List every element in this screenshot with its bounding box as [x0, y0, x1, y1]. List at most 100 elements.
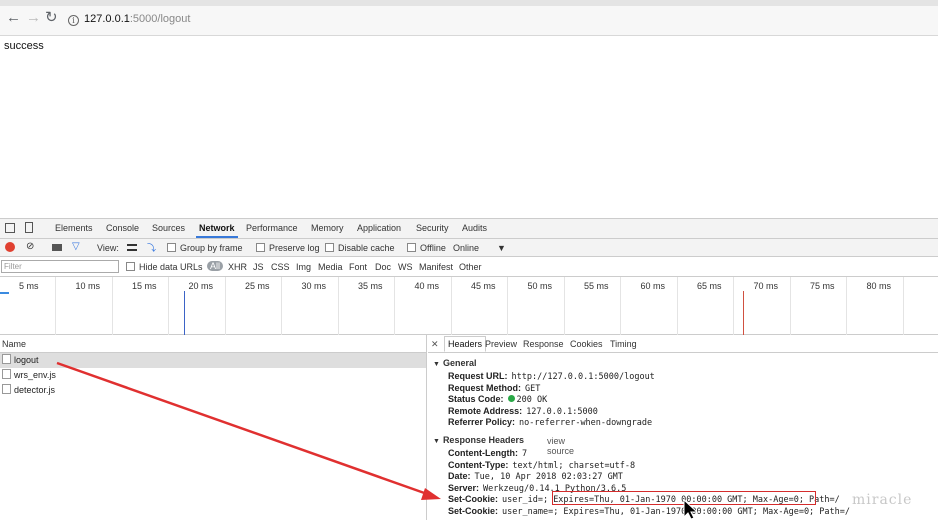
filter-type-doc[interactable]: Doc — [375, 262, 391, 272]
forward-arrow-icon[interactable]: → — [26, 10, 41, 26]
detail-tabbar: ✕ Headers Preview Response Cookies Timing — [428, 335, 938, 353]
disable-cache-label: Disable cache — [338, 243, 395, 253]
devtools-tab-elements[interactable]: Elements — [55, 223, 93, 233]
status-ok-icon — [507, 395, 515, 402]
timeline-gridline — [507, 277, 508, 335]
disable-cache-option[interactable]: Disable cache — [325, 243, 395, 253]
group-by-frame-checkbox[interactable] — [167, 243, 176, 252]
general-section-row: Remote Address: 127.0.0.1:5000 — [448, 406, 598, 417]
file-icon — [2, 354, 11, 364]
timeline-tick-label: 70 ms — [753, 281, 779, 291]
timeline-tick-label: 45 ms — [471, 281, 496, 291]
devtools-tab-sources[interactable]: Sources — [152, 223, 185, 233]
timeline-gridline — [620, 277, 621, 335]
filter-type-css[interactable]: CSS — [271, 262, 290, 272]
close-icon[interactable]: ✕ — [431, 339, 439, 350]
timeline-gridline — [337, 277, 339, 335]
header-key: Request Method: — [448, 382, 521, 393]
filter-type-img[interactable]: Img — [296, 262, 311, 272]
dom-content-loaded-marker — [184, 291, 185, 335]
timeline-gridline — [846, 277, 847, 335]
filter-type-xhr[interactable]: XHR — [228, 262, 247, 272]
timeline-gridline — [281, 277, 282, 335]
header-value: Tue, 10 Apr 2018 02:03:27 GMT — [474, 472, 623, 482]
info-icon[interactable]: i — [68, 15, 79, 26]
devtools-tab-audits[interactable]: Audits — [462, 223, 487, 233]
devtools-tab-performance[interactable]: Performance — [246, 223, 298, 233]
devtools-tab-network[interactable]: Network — [196, 223, 237, 238]
detail-tab-cookies[interactable]: Cookies — [570, 339, 603, 349]
general-section-title[interactable]: ▼ General — [433, 358, 476, 368]
request-name: wrs_env.js — [14, 370, 56, 380]
hide-data-urls-checkbox[interactable] — [126, 262, 135, 271]
timeline-gridline — [733, 277, 734, 335]
filter-type-js[interactable]: JS — [253, 262, 264, 272]
throttling-value: Online — [453, 243, 480, 253]
view-source-link[interactable]: view source — [547, 436, 574, 456]
back-arrow-icon[interactable]: ← — [6, 10, 21, 26]
group-by-frame-option[interactable]: Group by frame — [167, 243, 243, 253]
filter-type-font[interactable]: Font — [349, 262, 367, 272]
offline-checkbox[interactable] — [407, 243, 416, 252]
timeline-gridline — [168, 277, 169, 335]
timeline-gridline — [789, 277, 791, 335]
url-path: :5000/logout — [129, 13, 191, 25]
disable-cache-checkbox[interactable] — [325, 243, 334, 252]
header-value: GET — [525, 383, 541, 394]
capture-screenshots-icon[interactable] — [52, 244, 62, 251]
devtools-tab-memory[interactable]: Memory — [311, 223, 344, 233]
request-row[interactable]: logout — [0, 353, 426, 368]
record-icon[interactable] — [5, 242, 15, 252]
filter-type-other[interactable]: Other — [459, 262, 482, 272]
filter-type-all[interactable]: All — [207, 261, 224, 271]
filter-icon[interactable]: ▽ — [72, 241, 80, 252]
devtools-tab-application[interactable]: Application — [357, 223, 401, 233]
devtools-panel: Elements Console Sources Network Performance… — [0, 218, 938, 520]
timeline-tick-label: 60 ms — [640, 281, 666, 291]
filter-type-manifest[interactable]: Manifest — [419, 262, 453, 272]
general-section-row: Referrer Policy: no-referrer-when-downgra… — [448, 417, 652, 428]
timeline-gridline — [394, 277, 395, 335]
clear-icon[interactable]: ⊘ — [26, 241, 34, 252]
tab-strip — [0, 0, 938, 6]
name-column-header[interactable]: Name — [0, 335, 426, 353]
network-timeline: 5 ms 10 ms 15 ms 20 ms 25 ms 30 ms 35 ms 40 ms 4… — [0, 277, 938, 335]
group-by-frame-label: Group by frame — [180, 243, 243, 253]
preserve-log-option[interactable]: Preserve log — [256, 243, 320, 253]
device-toolbar-icon[interactable] — [25, 222, 33, 233]
collapse-triangle-icon: ▼ — [433, 438, 440, 445]
filter-type-media[interactable]: Media — [318, 262, 343, 272]
request-name: detector.js — [14, 385, 56, 395]
request-row[interactable]: detector.js — [0, 383, 426, 398]
request-list: Name logout wrs_env.js detector.js — [0, 335, 427, 520]
detail-tab-timing[interactable]: Timing — [610, 339, 637, 349]
response-headers-section-title[interactable]: ▼ Response Headers view source — [433, 435, 574, 456]
timeline-gridline — [111, 277, 113, 335]
address-bar[interactable]: i 127.0.0.1:5000/logout — [62, 9, 932, 29]
large-rows-icon[interactable] — [127, 244, 137, 251]
filter-input[interactable]: Filter — [1, 260, 119, 273]
offline-option[interactable]: Offline — [407, 243, 446, 253]
preserve-log-checkbox[interactable] — [256, 243, 265, 252]
general-section-label: General — [442, 358, 477, 368]
detail-tab-headers[interactable]: Headers — [444, 336, 487, 352]
header-key: Referrer Policy: — [448, 417, 516, 427]
timeline-tick-label: 55 ms — [584, 281, 609, 291]
timeline-gridline — [676, 277, 678, 335]
header-key: Content-Length: — [448, 448, 518, 458]
detail-tab-preview[interactable]: Preview — [485, 339, 517, 349]
hide-data-urls-option[interactable]: Hide data URLs — [126, 262, 203, 272]
request-row[interactable]: wrs_env.js — [0, 368, 426, 383]
devtools-tab-console[interactable]: Console — [106, 223, 139, 233]
devtools-tab-security[interactable]: Security — [416, 223, 449, 233]
filter-type-ws[interactable]: WS — [398, 262, 413, 272]
timeline-tick-label: 40 ms — [414, 281, 440, 291]
timeline-tick-label: 80 ms — [866, 281, 892, 291]
detail-tab-response[interactable]: Response — [523, 339, 564, 349]
throttling-select[interactable]: Online ▼ — [453, 243, 506, 253]
reload-icon[interactable]: ↻ — [45, 10, 58, 26]
inspect-element-icon[interactable] — [5, 223, 15, 233]
waterfall-icon[interactable]: ⤵ — [147, 241, 156, 254]
file-icon — [2, 369, 11, 379]
timeline-tick-label: 65 ms — [697, 281, 722, 291]
